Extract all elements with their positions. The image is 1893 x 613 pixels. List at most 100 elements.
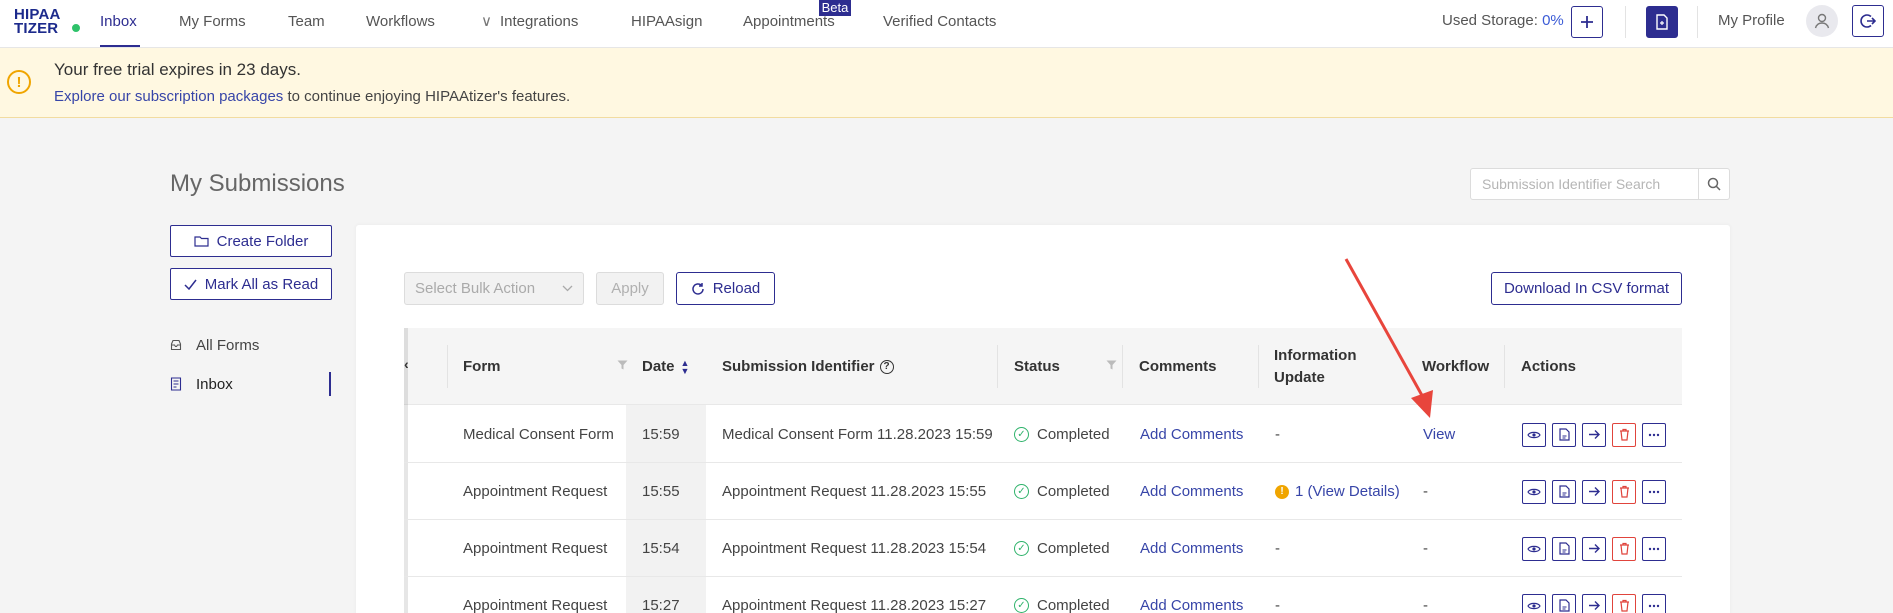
- forward-button[interactable]: [1582, 536, 1606, 561]
- eye-icon: [1527, 602, 1541, 609]
- more-button[interactable]: [1642, 479, 1666, 504]
- pdf-icon: [1558, 542, 1570, 555]
- pdf-button[interactable]: [1552, 536, 1576, 561]
- user-icon: [1814, 13, 1830, 29]
- pdf-icon: [1558, 428, 1570, 441]
- mark-all-read-label: Mark All as Read: [204, 275, 319, 293]
- avatar[interactable]: [1806, 5, 1838, 37]
- filter-icon[interactable]: [617, 360, 628, 373]
- table-row[interactable]: Appointment Request 15:27 Appointment Re…: [404, 577, 1682, 613]
- sort-icon[interactable]: ▲ ▼: [681, 358, 690, 375]
- information-update: -: [1275, 540, 1280, 557]
- information-update: ! 1 (View Details): [1275, 463, 1400, 520]
- document-button[interactable]: [1646, 6, 1678, 38]
- column-header-status[interactable]: Status: [1014, 328, 1117, 405]
- more-button[interactable]: [1642, 536, 1666, 561]
- bulk-action-select[interactable]: Select Bulk Action: [404, 272, 584, 305]
- add-comments-link[interactable]: Add Comments: [1140, 520, 1243, 577]
- add-comments-link[interactable]: Add Comments: [1140, 577, 1243, 613]
- column-header-date[interactable]: Date ▲ ▼: [642, 328, 712, 405]
- view-details-link[interactable]: 1 (View Details): [1295, 483, 1400, 500]
- forward-button[interactable]: [1582, 593, 1606, 613]
- pdf-button[interactable]: [1552, 479, 1576, 504]
- row-actions: [1522, 463, 1672, 520]
- nav-integrations[interactable]: Integrations: [500, 12, 578, 36]
- column-header-label: Submission Identifier: [722, 358, 875, 375]
- row-actions: [1522, 577, 1672, 613]
- info-alert-icon: !: [1275, 484, 1289, 499]
- more-button[interactable]: [1642, 422, 1666, 447]
- storage-value[interactable]: 0%: [1542, 12, 1564, 29]
- nav-my-forms[interactable]: My Forms: [179, 12, 246, 36]
- my-profile-link[interactable]: My Profile: [1718, 12, 1785, 29]
- create-folder-button[interactable]: Create Folder: [170, 225, 332, 257]
- column-header-label: Date: [642, 358, 675, 375]
- column-header-submission-identifier: Submission Identifier ?: [722, 328, 992, 405]
- check-circle-icon: ✓: [1014, 427, 1029, 442]
- search-button[interactable]: [1698, 169, 1729, 199]
- workflow-value: -: [1423, 483, 1428, 500]
- eye-icon: [1527, 488, 1541, 495]
- status-badge: ✓ Completed: [1014, 520, 1110, 577]
- status-badge: ✓ Completed: [1014, 577, 1110, 613]
- table-row[interactable]: Appointment Request 15:54 Appointment Re…: [404, 520, 1682, 577]
- download-csv-button[interactable]: Download In CSV format: [1491, 272, 1682, 305]
- pdf-button[interactable]: [1552, 422, 1576, 447]
- filter-icon[interactable]: [1106, 360, 1117, 373]
- delete-button[interactable]: [1612, 593, 1636, 613]
- view-eye-button[interactable]: [1522, 593, 1546, 613]
- check-icon: [184, 279, 197, 290]
- trash-icon: [1619, 599, 1629, 612]
- trash-icon: [1619, 542, 1629, 555]
- nav-workflows[interactable]: Workflows: [366, 12, 435, 36]
- workflow-view-link[interactable]: View: [1423, 406, 1455, 463]
- nav-hipaasign[interactable]: HIPAAsign: [631, 12, 702, 36]
- view-eye-button[interactable]: [1522, 422, 1546, 447]
- mark-all-read-button[interactable]: Mark All as Read: [170, 268, 332, 300]
- help-icon[interactable]: ?: [879, 359, 894, 374]
- delete-button[interactable]: [1612, 479, 1636, 504]
- sidebar-item-inbox[interactable]: Inbox: [170, 373, 233, 395]
- table-row[interactable]: Appointment Request 15:55 Appointment Re…: [404, 463, 1682, 520]
- reload-button[interactable]: Reload: [676, 272, 775, 305]
- forward-button[interactable]: [1582, 422, 1606, 447]
- active-sidebar-marker: [329, 372, 331, 396]
- pdf-button[interactable]: [1552, 593, 1576, 613]
- add-storage-button[interactable]: [1571, 6, 1603, 38]
- table-row[interactable]: Medical Consent Form 15:59 Medical Conse…: [404, 406, 1682, 463]
- form-name: Medical Consent Form: [463, 426, 614, 443]
- more-button[interactable]: [1642, 593, 1666, 613]
- column-header-form[interactable]: Form: [463, 328, 628, 405]
- eye-icon: [1527, 431, 1541, 438]
- sidebar-item-all-forms[interactable]: All Forms: [170, 334, 259, 356]
- scroll-left-icon[interactable]: ‹: [404, 356, 409, 372]
- delete-button[interactable]: [1612, 422, 1636, 447]
- eye-icon: [1527, 545, 1541, 552]
- create-folder-label: Create Folder: [216, 232, 309, 250]
- warning-icon: !: [7, 70, 31, 94]
- trash-icon: [1619, 428, 1629, 441]
- hipaatizer-logo[interactable]: HIPAA TIZER: [14, 7, 82, 38]
- view-eye-button[interactable]: [1522, 536, 1546, 561]
- view-eye-button[interactable]: [1522, 479, 1546, 504]
- subscription-packages-link[interactable]: Explore our subscription packages: [54, 88, 283, 105]
- column-divider: [1504, 345, 1505, 388]
- trial-expiry-text: Your free trial expires in 23 days.: [54, 60, 301, 79]
- forward-button[interactable]: [1582, 479, 1606, 504]
- submission-date: 15:59: [642, 426, 680, 443]
- table-header: Form Date ▲ ▼ Submission Identifier ? Sta…: [404, 328, 1682, 405]
- add-comments-link[interactable]: Add Comments: [1140, 463, 1243, 520]
- submission-identifier: Appointment Request 11.28.2023 15:27: [722, 597, 987, 613]
- logout-button[interactable]: [1852, 5, 1884, 37]
- check-circle-icon: ✓: [1014, 541, 1029, 556]
- column-header-label-line2: Update: [1274, 369, 1325, 386]
- submission-search-input[interactable]: [1471, 169, 1699, 199]
- nav-inbox[interactable]: Inbox: [100, 12, 137, 36]
- arrow-right-icon: [1588, 544, 1600, 553]
- add-comments-link[interactable]: Add Comments: [1140, 406, 1243, 463]
- delete-button[interactable]: [1612, 536, 1636, 561]
- nav-verified-contacts[interactable]: Verified Contacts: [883, 12, 996, 36]
- page-title: My Submissions: [170, 170, 345, 197]
- nav-team[interactable]: Team: [288, 12, 325, 36]
- apply-button[interactable]: Apply: [596, 272, 664, 305]
